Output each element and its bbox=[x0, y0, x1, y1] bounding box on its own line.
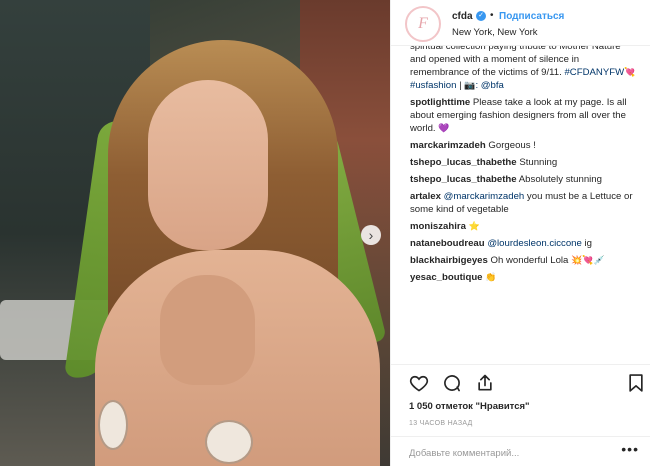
post-header: F cfda ✓ • Подписаться New York, New Yor… bbox=[391, 0, 650, 46]
comment: spotlighttime Please take a look at my p… bbox=[410, 96, 639, 135]
comment: tshepo_lucas_thabethe Stunning bbox=[410, 156, 639, 169]
avatar[interactable]: F bbox=[405, 6, 441, 42]
post-timestamp[interactable]: 13 ЧАСОВ НАЗАД bbox=[409, 420, 473, 427]
comment-icon[interactable] bbox=[442, 373, 462, 393]
comment: artalex @marckarimzadeh you must be a Le… bbox=[410, 190, 639, 216]
hashtag-link[interactable]: #CFDANYFW bbox=[564, 67, 624, 78]
purple-heart-emoji: 💜 bbox=[438, 123, 450, 133]
post-side-panel: F cfda ✓ • Подписаться New York, New Yor… bbox=[390, 0, 650, 466]
separator-dot: • bbox=[490, 10, 494, 21]
comment: marckarimzadeh Gorgeous ! bbox=[410, 139, 639, 152]
location-link[interactable]: New York, New York bbox=[452, 27, 538, 38]
comment: yesac_boutique 👏 bbox=[410, 271, 639, 284]
follow-button[interactable]: Подписаться bbox=[499, 11, 564, 22]
comment: nataneboudreau @lourdesleon.ciccone ig bbox=[410, 237, 639, 250]
camera-emoji: 📷 bbox=[464, 80, 476, 90]
mention-link[interactable]: @lourdesleon.ciccone bbox=[487, 238, 582, 249]
comment-text: Stunning bbox=[519, 157, 558, 168]
mention-link[interactable]: @marckarimzadeh bbox=[444, 191, 525, 202]
star-emoji: ⭐ bbox=[468, 221, 480, 231]
comment: tshepo_lucas_thabethe Absolutely stunnin… bbox=[410, 173, 639, 186]
heart-icon[interactable] bbox=[409, 373, 429, 393]
comment-username[interactable]: moniszahira bbox=[410, 221, 466, 232]
comment-text: Oh wonderful Lola bbox=[490, 255, 569, 266]
comment-username[interactable]: spotlighttime bbox=[410, 97, 470, 108]
action-bar bbox=[391, 364, 650, 394]
caption-separator: | bbox=[456, 80, 465, 91]
avatar-logo: F bbox=[418, 15, 428, 32]
mention-link[interactable]: : @bfa bbox=[475, 80, 503, 91]
clap-emoji: 👏 bbox=[485, 272, 497, 282]
emoji-group: 💥💘💉 bbox=[571, 255, 605, 265]
photo-face bbox=[148, 80, 268, 250]
post-photo: › bbox=[0, 0, 390, 466]
photo-hand bbox=[160, 275, 255, 385]
verified-badge-icon: ✓ bbox=[476, 11, 486, 21]
comment: blackhairbigeyes Oh wonderful Lola 💥💘💉 bbox=[410, 254, 639, 267]
photo-shell bbox=[205, 420, 253, 464]
comment-input[interactable] bbox=[409, 445, 599, 461]
next-photo-button[interactable]: › bbox=[361, 225, 381, 245]
username-link[interactable]: cfda bbox=[452, 11, 473, 22]
share-icon[interactable] bbox=[475, 373, 495, 393]
comment-username[interactable]: blackhairbigeyes bbox=[410, 255, 488, 266]
comment-username[interactable]: marckarimzadeh bbox=[410, 140, 486, 151]
comment-username[interactable]: yesac_boutique bbox=[410, 272, 483, 283]
comment-username[interactable]: tshepo_lucas_thabethe bbox=[410, 174, 517, 185]
bookmark-icon[interactable] bbox=[626, 373, 646, 393]
photo-shell bbox=[98, 400, 128, 450]
comment: moniszahira ⭐ bbox=[410, 220, 639, 233]
comment-text: Absolutely stunning bbox=[518, 174, 602, 185]
more-options-icon[interactable]: ••• bbox=[621, 441, 639, 457]
comment-text: Gorgeous ! bbox=[488, 140, 536, 151]
post-caption: spiritual collection paying tribute to M… bbox=[410, 46, 639, 92]
comment-username[interactable]: artalex bbox=[410, 191, 441, 202]
comment-username[interactable]: nataneboudreau bbox=[410, 238, 485, 249]
comment-username[interactable]: tshepo_lucas_thabethe bbox=[410, 157, 517, 168]
heart-emoji: 💘 bbox=[624, 67, 636, 77]
comments-list[interactable]: spiritual collection paying tribute to M… bbox=[391, 46, 650, 364]
comment-text: ig bbox=[581, 238, 592, 249]
add-comment-bar: ••• bbox=[391, 436, 650, 466]
likes-count[interactable]: 1 050 отметок "Нравится" bbox=[409, 401, 530, 412]
hashtag-link[interactable]: #usfashion bbox=[410, 80, 456, 91]
